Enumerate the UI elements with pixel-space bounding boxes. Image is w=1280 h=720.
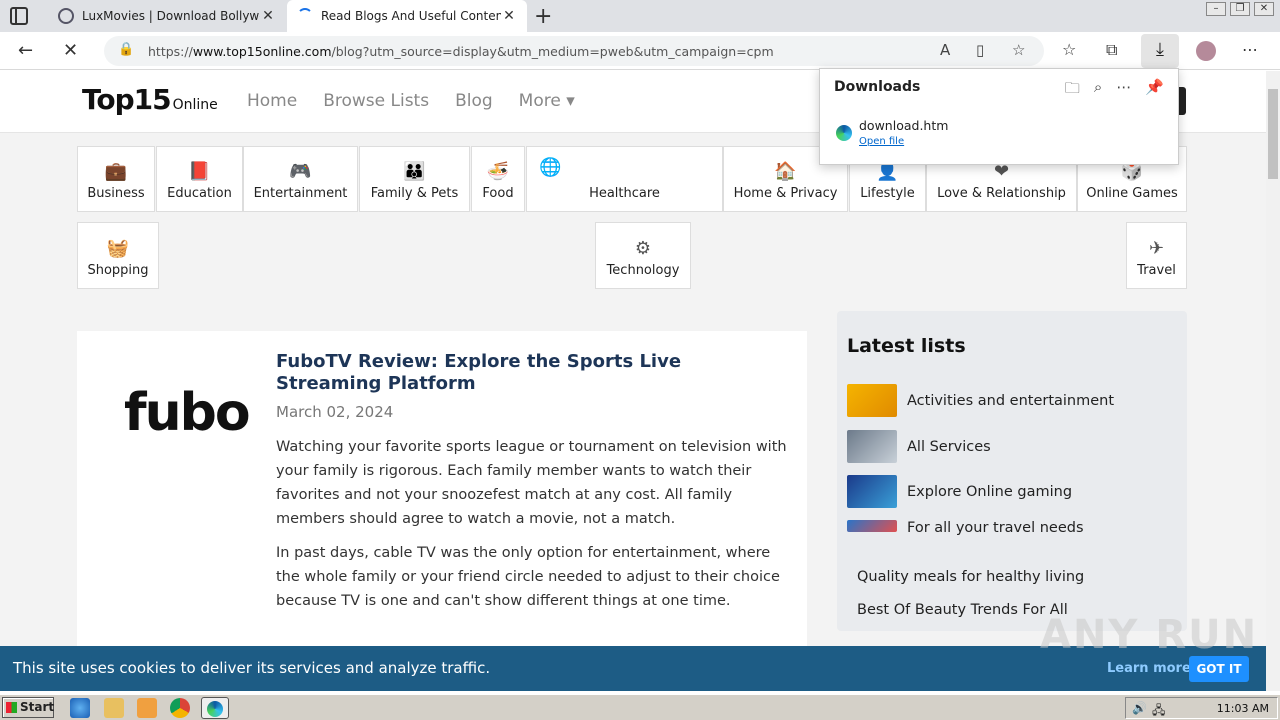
list-thumbnail — [847, 384, 897, 417]
profile-avatar[interactable] — [1196, 41, 1216, 61]
tab-title: LuxMovies | Download Bollywood — [82, 9, 260, 23]
luxmovies-favicon-icon — [58, 8, 74, 24]
media-player-icon[interactable] — [137, 698, 157, 718]
list-item[interactable]: For all your travel needs — [847, 520, 1084, 536]
bowl-icon: 🍜 — [486, 161, 510, 182]
chrome-icon[interactable] — [170, 698, 190, 718]
menu-home[interactable]: Home — [247, 91, 297, 111]
downloads-panel: Downloads 🗀 ⌕ ⋯ 📌 download.htm Open file — [819, 68, 1179, 165]
learn-more-link[interactable]: Learn more — [1107, 661, 1191, 676]
folder-icon[interactable] — [104, 698, 124, 718]
menu-more[interactable]: More ▾ — [519, 91, 575, 111]
gear-head-icon: ⚙ — [634, 238, 652, 259]
url-text: https://www.top15online.com/blog?utm_sou… — [148, 44, 774, 59]
list-item[interactable]: Quality meals for healthy living — [857, 569, 1084, 585]
cookie-text: This site uses cookies to deliver its se… — [13, 659, 491, 677]
tab-close-icon[interactable]: ✕ — [260, 8, 276, 24]
download-file-name[interactable]: download.htm — [859, 118, 948, 133]
navigation-bar: ← ✕ 🔒 https://www.top15online.com/blog?u… — [0, 32, 1280, 70]
article-date: March 02, 2024 — [276, 403, 394, 421]
more-options-icon[interactable]: ⋯ — [1116, 78, 1131, 103]
new-tab-icon[interactable]: + — [534, 4, 552, 29]
list-item[interactable]: All Services — [847, 430, 991, 463]
address-bar[interactable]: 🔒 https://www.top15online.com/blog?utm_s… — [104, 36, 1044, 66]
pin-icon[interactable]: 📌 — [1145, 78, 1164, 103]
downloads-title: Downloads — [834, 79, 921, 95]
menu-blog[interactable]: Blog — [455, 91, 493, 111]
tab-strip: LuxMovies | Download Bollywood ✕ Read Bl… — [0, 0, 1280, 32]
article-paragraph: Watching your favorite sports league or … — [276, 439, 787, 527]
category-business[interactable]: 💼 Business — [77, 146, 155, 212]
category-technology[interactable]: ⚙ Technology — [595, 222, 691, 289]
list-thumbnail — [847, 430, 897, 463]
family-icon: 👪 — [403, 161, 426, 182]
volume-icon[interactable]: 🔊 — [1132, 701, 1147, 715]
downloads-toolbar: 🗀 ⌕ ⋯ 📌 — [1065, 78, 1164, 103]
book-icon: 📕 — [188, 161, 211, 182]
menu-browse-lists[interactable]: Browse Lists — [323, 91, 429, 111]
main-menu: Home Browse Lists Blog More ▾ — [247, 91, 575, 111]
edge-taskbar-icon[interactable] — [201, 697, 229, 719]
windows-taskbar: Start 🔊 🖧 11:03 AM — [0, 694, 1280, 720]
list-item[interactable]: Best Of Beauty Trends For All — [857, 602, 1068, 618]
read-aloud-icon[interactable]: A — [940, 41, 950, 59]
airplane-icon: ✈ — [1148, 238, 1165, 259]
back-icon[interactable]: ← — [18, 40, 33, 61]
maximize-icon[interactable]: ❐ — [1230, 2, 1250, 16]
site-logo[interactable]: Top15 Online — [82, 83, 218, 116]
category-travel[interactable]: ✈ Travel — [1126, 222, 1187, 289]
reader-view-icon[interactable]: ▯ — [976, 41, 984, 59]
favorites-icon[interactable]: ☆ — [1062, 40, 1076, 59]
start-button[interactable]: Start — [2, 697, 54, 718]
article-paragraph: In past days, cable TV was the only opti… — [276, 545, 780, 609]
latest-lists-sidebar: Latest lists Activities and entertainmen… — [837, 311, 1187, 631]
list-thumbnail — [847, 475, 897, 508]
sidebar-title: Latest lists — [847, 335, 966, 357]
open-file-link[interactable]: Open file — [859, 136, 904, 147]
add-favorite-icon[interactable]: ☆ — [1012, 41, 1025, 59]
tab-luxmovies[interactable]: LuxMovies | Download Bollywood ✕ — [48, 0, 286, 32]
system-tray: 🔊 🖧 11:03 AM — [1125, 697, 1278, 719]
briefcase-icon: 💼 — [104, 161, 128, 182]
gamepad-icon: 🎮 — [289, 161, 312, 182]
fubo-logo[interactable]: fubo — [124, 383, 251, 443]
anyrun-watermark: ANY RUN — [1040, 612, 1259, 658]
loading-spinner-icon — [297, 8, 313, 24]
scrollbar-thumb[interactable] — [1268, 89, 1278, 179]
globe-icon: 🌐 — [539, 157, 562, 178]
search-icon[interactable]: ⌕ — [1094, 78, 1102, 103]
category-family-pets[interactable]: 👪 Family & Pets — [359, 146, 470, 212]
stop-loading-icon[interactable]: ✕ — [63, 40, 78, 61]
network-icon[interactable]: 🖧 — [1152, 701, 1165, 720]
tab-actions-icon[interactable] — [10, 7, 28, 25]
downloads-icon[interactable]: ⤓ — [1141, 34, 1179, 68]
ie-icon[interactable] — [70, 698, 90, 718]
list-thumbnail — [847, 520, 897, 532]
page-scrollbar[interactable] — [1266, 71, 1280, 691]
close-window-icon[interactable]: ✕ — [1254, 2, 1274, 16]
category-shopping[interactable]: 🧺 Shopping — [77, 222, 159, 289]
lock-icon[interactable]: 🔒 — [118, 42, 134, 57]
edge-file-icon — [836, 125, 852, 141]
tab-title: Read Blogs And Useful Content | — [321, 9, 501, 23]
minimize-icon[interactable]: – — [1206, 2, 1226, 16]
category-entertainment[interactable]: 🎮 Entertainment — [243, 146, 358, 212]
category-education[interactable]: 📕 Education — [156, 146, 243, 212]
collections-icon[interactable]: ⧉ — [1106, 40, 1117, 60]
article-title[interactable]: FuboTV Review: Explore the Sports Live S… — [276, 351, 746, 395]
window-controls: – ❐ ✕ — [1206, 2, 1274, 16]
house-icon: 🏠 — [774, 161, 797, 182]
basket-icon: 🧺 — [106, 238, 130, 259]
category-healthcare[interactable]: 🌐 Healthcare — [526, 146, 723, 212]
tab-close-icon[interactable]: ✕ — [501, 8, 517, 24]
got-it-button[interactable]: GOT IT — [1189, 656, 1249, 682]
list-item[interactable]: Explore Online gaming — [847, 475, 1072, 508]
list-item[interactable]: Activities and entertainment — [847, 384, 1114, 417]
article-card: fubo FuboTV Review: Explore the Sports L… — [77, 331, 807, 691]
tab-top15online[interactable]: Read Blogs And Useful Content | ✕ — [287, 0, 527, 32]
open-folder-icon[interactable]: 🗀 — [1065, 78, 1080, 103]
category-food[interactable]: 🍜 Food — [471, 146, 525, 212]
clock: 11:03 AM — [1216, 702, 1269, 715]
more-menu-icon[interactable]: ⋯ — [1242, 40, 1258, 59]
